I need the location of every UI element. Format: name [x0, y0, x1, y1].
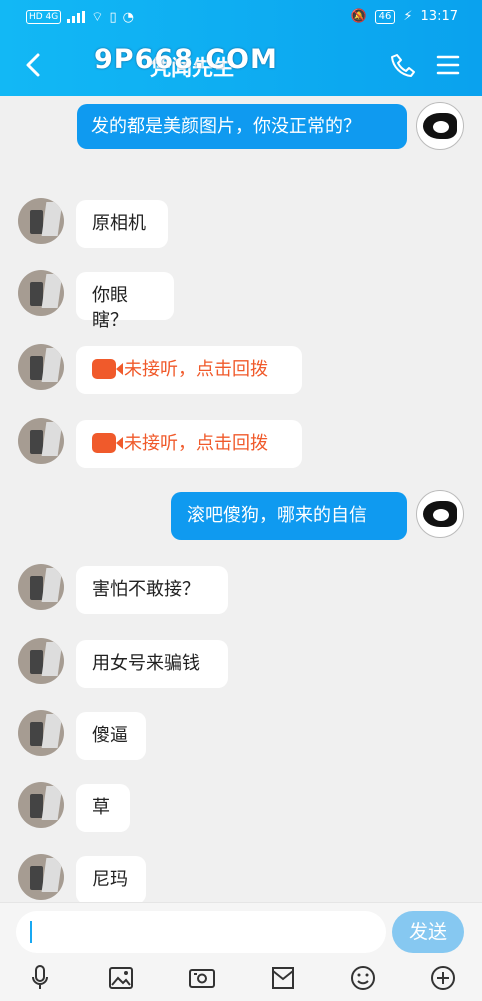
missed-call-bubble[interactable]: 未接听，点击回拨 [76, 420, 302, 468]
message-row: 原相机 [0, 198, 482, 248]
message-bubble[interactable]: 你眼瞎？ [76, 272, 174, 331]
hd-badge: HD 4G [26, 10, 62, 24]
message-input[interactable] [16, 911, 386, 953]
missed-call-row: 未接听，点击回拨 [0, 418, 482, 468]
menu-icon[interactable] [436, 54, 460, 76]
battery-level: 46 [374, 9, 396, 24]
top-bar: HD 4G ⌔ ▯ ◔ 🔕 46 ⚡ 13:17 凭闻先生 9P668.COM [0, 0, 482, 96]
contact-avatar[interactable] [18, 638, 64, 684]
contact-avatar[interactable] [18, 854, 64, 900]
contact-avatar[interactable] [18, 198, 64, 244]
watermark-text: 9P668.COM [94, 44, 278, 75]
message-bubble[interactable]: 用女号来骗钱 [76, 640, 228, 688]
camera-icon[interactable] [187, 963, 217, 993]
wifi-icon: ⌔ [91, 10, 104, 25]
missed-call-bubble[interactable]: 未接听，点击回拨 [76, 346, 302, 394]
add-icon[interactable] [428, 963, 458, 993]
message-row: 害怕不敢接？ [0, 564, 482, 614]
missed-call-row: 未接听，点击回拨 [0, 344, 482, 394]
status-right: 🔕 46 ⚡ 13:17 [350, 9, 458, 24]
message-row: 滚吧傻狗，哪来的自信 [0, 490, 482, 540]
message-row: 草 [0, 782, 482, 832]
user-avatar[interactable] [416, 490, 464, 538]
send-button[interactable]: 发送 [392, 911, 464, 953]
text-cursor [30, 921, 32, 943]
message-bubble[interactable]: 原相机 [76, 200, 168, 248]
chat-header: 凭闻先生 9P668.COM [0, 34, 482, 96]
image-icon[interactable] [106, 963, 136, 993]
message-bubble[interactable]: 害怕不敢接？ [76, 566, 228, 614]
status-time: 13:17 [420, 9, 458, 24]
missed-call-text: 未接听，点击回拨 [124, 433, 268, 454]
message-row: 尼玛 [0, 854, 482, 902]
emoji-icon[interactable] [348, 963, 378, 993]
chat-area[interactable]: 发的都是美颜图片，你没正常的？ 原相机 你眼瞎？ 未接听，点击回拨 未接听，点击… [0, 96, 482, 902]
message-bubble[interactable]: 傻逼 [76, 712, 146, 760]
message-row: 傻逼 [0, 710, 482, 760]
message-row: 发的都是美颜图片，你没正常的？ [0, 102, 482, 174]
battery-small-icon: ▯ [109, 9, 117, 25]
message-bubble[interactable]: 滚吧傻狗，哪来的自信 [171, 492, 407, 540]
voice-icon[interactable] [25, 963, 55, 993]
message-row: 用女号来骗钱 [0, 638, 482, 688]
contact-avatar[interactable] [18, 418, 64, 464]
mute-icon: 🔕 [350, 9, 367, 24]
phone-icon[interactable] [390, 52, 416, 78]
message-row: 你眼瞎？ [0, 270, 482, 331]
contact-avatar[interactable] [18, 344, 64, 390]
contact-avatar[interactable] [18, 710, 64, 756]
contact-avatar[interactable] [18, 782, 64, 828]
signal-icon [67, 11, 86, 23]
chat-app-icon: ◔ [122, 9, 134, 25]
message-composer: 发送 [0, 902, 482, 1001]
contact-avatar[interactable] [18, 270, 64, 316]
message-bubble[interactable]: 草 [76, 784, 130, 832]
back-icon[interactable] [18, 48, 52, 82]
video-call-icon [92, 433, 123, 453]
status-bar: HD 4G ⌔ ▯ ◔ 🔕 46 ⚡ 13:17 [0, 0, 482, 34]
user-avatar[interactable] [416, 102, 464, 150]
message-bubble[interactable]: 发的都是美颜图片，你没正常的？ [77, 104, 407, 149]
input-toolbar [0, 959, 482, 1001]
message-bubble[interactable]: 尼玛 [76, 856, 146, 902]
missed-call-text: 未接听，点击回拨 [124, 359, 268, 380]
video-call-icon [92, 359, 123, 379]
charging-icon: ⚡ [403, 9, 413, 24]
contact-avatar[interactable] [18, 564, 64, 610]
status-left: HD 4G ⌔ ▯ ◔ [26, 9, 134, 25]
folder-icon[interactable] [268, 963, 298, 993]
